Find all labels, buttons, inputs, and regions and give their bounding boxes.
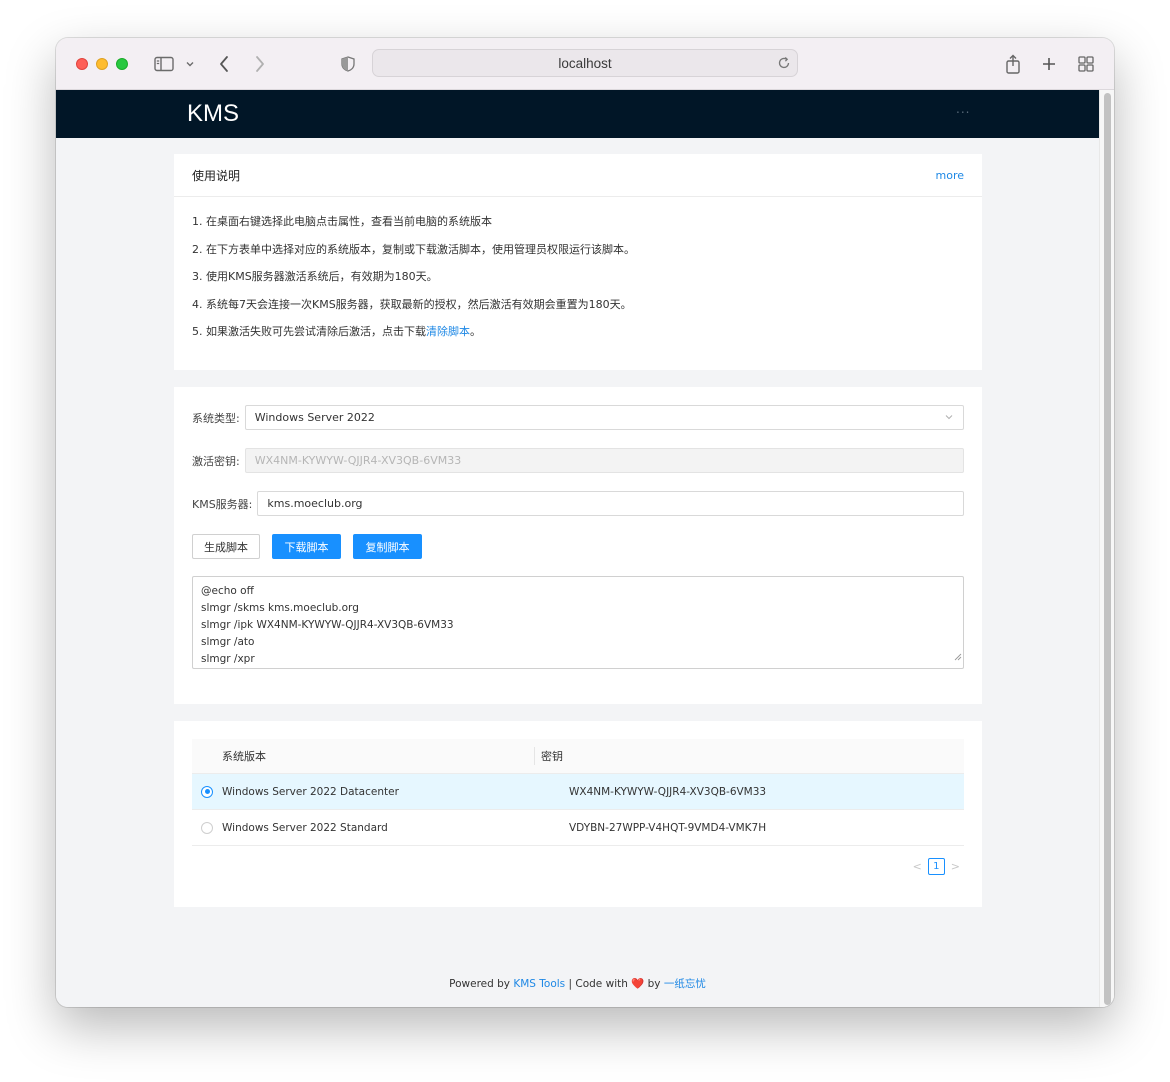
page-1-button[interactable]: 1 <box>927 858 945 875</box>
footer-by: by <box>644 978 664 990</box>
row-radio-cell <box>192 785 222 798</box>
tab-overview-icon[interactable] <box>1076 52 1096 76</box>
activation-key-field: WX4NM-KYWYW-QJJR4-XV3QB-6VM33 <box>244 448 964 473</box>
heart-icon: ❤️ <box>631 978 645 990</box>
browser-toolbar: localhost <box>56 38 1114 90</box>
author-link[interactable]: 一纸忘忧 <box>664 978 706 990</box>
instructions-body: 1. 在桌面右键选择此电脑点击属性，查看当前电脑的系统版本 2. 在下方表单中选… <box>174 197 982 351</box>
script-actions: 生成脚本 下载脚本 复制脚本 <box>192 534 964 559</box>
pagination: < 1 > <box>192 858 964 875</box>
page-viewport: KMS ... 使用说明 more 1. 在桌面右键选择此电脑点击属性，查看当前… <box>56 90 1114 1007</box>
instruction-step-2: 2. 在下方表单中选择对应的系统版本，复制或下载激活脚本，使用管理员权限运行该脚… <box>192 242 635 256</box>
shield-icon[interactable] <box>340 52 356 76</box>
script-form-card: 系统类型: Windows Server 2022 激活密钥: WX4NM-KY… <box>174 387 982 704</box>
maximize-window-button[interactable] <box>116 58 128 70</box>
script-textarea[interactable]: @echo off slmgr /skms kms.moeclub.org sl… <box>192 576 964 669</box>
script-line: slmgr /xpr <box>201 653 255 665</box>
row-key: VDYBN-27WPP-V4HQT-9VMD4-VMK7H <box>569 821 767 834</box>
instructions-title: 使用说明 <box>192 168 241 183</box>
row-radio-cell <box>192 821 222 834</box>
address-bar[interactable]: localhost <box>372 49 798 77</box>
system-type-label: 系统类型: <box>192 411 240 425</box>
url-text: localhost <box>558 55 612 71</box>
reload-icon[interactable] <box>777 56 791 73</box>
column-header-key: 密钥 <box>541 750 563 763</box>
script-line: slmgr /ipk WX4NM-KYWYW-QJJR4-XV3QB-6VM33 <box>201 619 454 631</box>
system-type-row: 系统类型: Windows Server 2022 <box>192 405 964 430</box>
chevron-down-icon[interactable] <box>184 52 196 76</box>
instruction-step-5: 5. 如果激活失败可先尝试清除后激活，点击下载清除脚本。 <box>192 323 964 351</box>
vertical-scrollbar[interactable] <box>1099 90 1114 1007</box>
row-key: WX4NM-KYWYW-QJJR4-XV3QB-6VM33 <box>569 785 767 798</box>
step-5-text: 5. 如果激活失败可先尝试清除后激活，点击下载 <box>192 325 426 338</box>
instructions-card: 使用说明 more 1. 在桌面右键选择此电脑点击属性，查看当前电脑的系统版本 … <box>174 154 982 370</box>
script-line: @echo off <box>201 585 254 597</box>
kms-server-label: KMS服务器: <box>192 497 253 511</box>
table-row[interactable]: Windows Server 2022 Standard VDYBN-27WPP… <box>192 810 964 846</box>
new-tab-icon[interactable] <box>1040 52 1058 76</box>
step-5-suffix: 。 <box>470 325 481 338</box>
kms-server-field[interactable]: kms.moeclub.org <box>257 491 964 516</box>
column-header-version: 系统版本 <box>222 750 266 763</box>
generate-script-button[interactable]: 生成脚本 <box>192 534 260 559</box>
instruction-step-4: 4. 系统每7天会连接一次KMS服务器，获取最新的授权，然后激活有效期会重置为1… <box>192 297 632 311</box>
activation-key-value: WX4NM-KYWYW-QJJR4-XV3QB-6VM33 <box>254 454 462 467</box>
system-type-value: Windows Server 2022 <box>254 411 375 424</box>
chevron-down-icon <box>944 412 954 425</box>
share-icon[interactable] <box>1004 52 1022 76</box>
sidebar-toggle-icon[interactable] <box>152 52 176 76</box>
minimize-window-button[interactable] <box>96 58 108 70</box>
table-row[interactable]: Windows Server 2022 Datacenter WX4NM-KYW… <box>192 774 964 810</box>
instruction-step-3: 3. 使用KMS服务器激活系统后，有效期为180天。 <box>192 270 438 283</box>
kms-server-row: KMS服务器: kms.moeclub.org <box>192 491 964 516</box>
activation-key-label: 激活密钥: <box>192 454 240 468</box>
resize-handle-icon[interactable] <box>954 650 962 667</box>
clear-script-link[interactable]: 清除脚本 <box>426 325 470 338</box>
system-type-select[interactable]: Windows Server 2022 <box>244 405 964 430</box>
top-navbar: KMS ... <box>56 90 1099 138</box>
kms-server-value: kms.moeclub.org <box>267 497 363 510</box>
copy-script-button[interactable]: 复制脚本 <box>353 534 422 559</box>
instruction-step-1: 1. 在桌面右键选择此电脑点击属性，查看当前电脑的系统版本 <box>192 215 492 228</box>
browser-window: localhost KMS ... 使用说明 more 1. 在桌面右键选择此电 <box>56 38 1114 1007</box>
row-radio-button[interactable] <box>201 785 213 798</box>
scrollbar-thumb[interactable] <box>1104 93 1111 1005</box>
row-radio-button[interactable] <box>201 821 213 834</box>
versions-table-header: 系统版本 密钥 <box>192 739 964 774</box>
close-window-button[interactable] <box>76 58 88 70</box>
forward-icon[interactable] <box>252 52 268 76</box>
kms-logo[interactable]: KMS <box>187 100 239 128</box>
row-version: Windows Server 2022 Datacenter <box>222 785 399 798</box>
prev-page-button[interactable]: < <box>913 860 922 873</box>
versions-card: 系统版本 密钥 Windows Server 2022 Datacenter W… <box>174 721 982 907</box>
back-icon[interactable] <box>216 52 232 76</box>
script-line: slmgr /ato <box>201 636 255 648</box>
footer-code-with: | Code with <box>565 978 632 990</box>
page-footer: Powered by KMS Tools | Code with ❤️ by 一… <box>56 976 1099 991</box>
nav-more-menu[interactable]: ... <box>956 102 970 116</box>
row-version: Windows Server 2022 Standard <box>222 821 388 834</box>
script-line: slmgr /skms kms.moeclub.org <box>201 602 359 614</box>
more-link[interactable]: more <box>936 169 965 182</box>
instructions-header: 使用说明 more <box>174 154 982 197</box>
next-page-button[interactable]: > <box>951 860 960 873</box>
activation-key-row: 激活密钥: WX4NM-KYWYW-QJJR4-XV3QB-6VM33 <box>192 448 964 473</box>
download-script-button[interactable]: 下载脚本 <box>272 534 341 559</box>
kms-tools-link[interactable]: KMS Tools <box>513 978 565 990</box>
footer-powered-by: Powered by <box>449 978 514 990</box>
